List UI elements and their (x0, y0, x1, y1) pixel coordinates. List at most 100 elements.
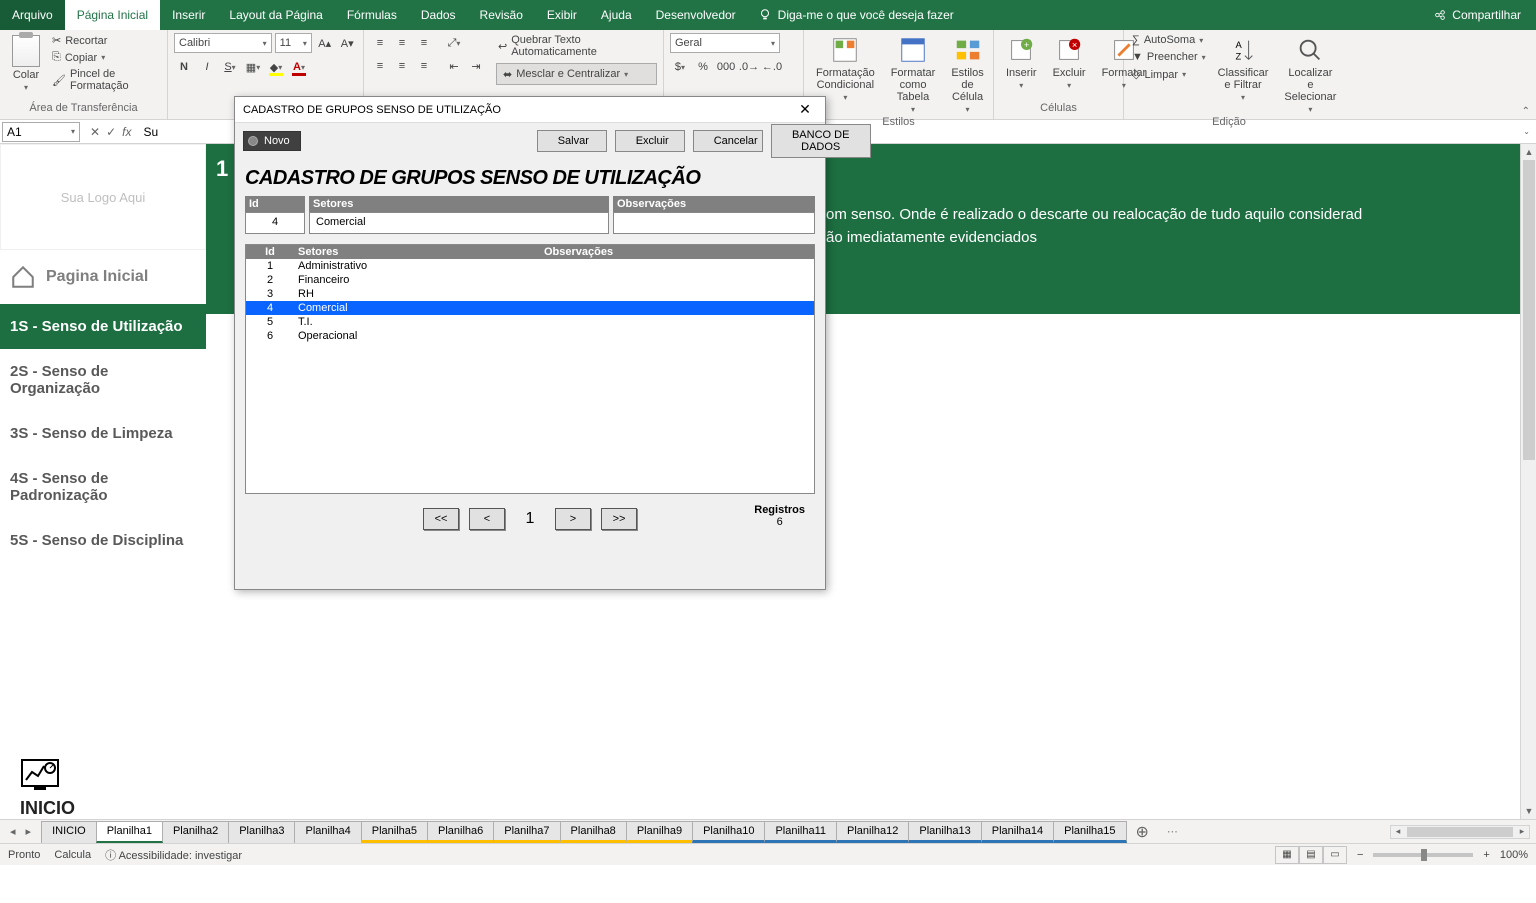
inc-decimal-button[interactable]: .0→ (739, 57, 759, 77)
align-bottom-button[interactable]: ≡ (414, 33, 434, 53)
align-right-button[interactable]: ≡ (414, 56, 434, 76)
cut-button[interactable]: ✂Recortar (50, 33, 161, 48)
share-button[interactable]: Compartilhar (1433, 8, 1521, 22)
sidebar-item-5s[interactable]: 5S - Senso de Disciplina (0, 518, 206, 563)
view-normal-button[interactable]: ▦ (1275, 846, 1299, 864)
status-accessibility[interactable]: ⓘ Acessibilidade: investigar (105, 847, 242, 863)
pager-prev-button[interactable]: < (469, 508, 505, 530)
table-row[interactable]: 4Comercial (246, 301, 814, 315)
italic-button[interactable]: I (197, 57, 217, 77)
horizontal-scrollbar[interactable]: ◂ ▸ (1390, 825, 1530, 839)
currency-button[interactable]: $▾ (670, 57, 690, 77)
dec-decimal-button[interactable]: ←.0 (762, 57, 782, 77)
sheet-tab[interactable]: Planilha8 (560, 821, 627, 843)
add-sheet-button[interactable]: ⊕ (1126, 822, 1159, 842)
sidebar-item-4s[interactable]: 4S - Senso de Padronização (0, 456, 206, 518)
number-format-select[interactable]: Geral▾ (670, 33, 780, 53)
view-page-layout-button[interactable]: ▤ (1299, 846, 1323, 864)
close-button[interactable]: ✕ (793, 98, 817, 122)
novo-button[interactable]: Novo (243, 131, 301, 151)
input-setores[interactable]: Comercial (309, 212, 609, 234)
pager-first-button[interactable]: << (423, 508, 459, 530)
sidebar-item-3s[interactable]: 3S - Senso de Limpeza (0, 411, 206, 456)
sheet-tab[interactable]: Planilha2 (162, 821, 229, 843)
input-id[interactable]: 4 (245, 212, 305, 234)
sheet-tab[interactable]: Planilha10 (692, 821, 765, 843)
increase-font-button[interactable]: A▴ (315, 33, 335, 53)
table-row[interactable]: 1Administrativo (246, 259, 814, 273)
scroll-thumb[interactable] (1523, 160, 1535, 460)
font-name-select[interactable]: Calibri▾ (174, 33, 272, 53)
copy-button[interactable]: ⎘Copiar▾ (50, 50, 161, 65)
sheet-tab[interactable]: Planilha15 (1053, 821, 1126, 843)
percent-button[interactable]: % (693, 57, 713, 77)
sheet-tab[interactable]: Planilha6 (427, 821, 494, 843)
thousands-button[interactable]: 000 (716, 57, 736, 77)
table-row[interactable]: 2Financeiro (246, 273, 814, 287)
sheet-tab[interactable]: Planilha1 (96, 821, 163, 843)
name-box[interactable]: A1▾ (2, 122, 80, 142)
view-page-break-button[interactable]: ▭ (1323, 846, 1347, 864)
expand-formula-bar[interactable]: ⌄ (1517, 127, 1536, 136)
align-top-button[interactable]: ≡ (370, 33, 390, 53)
fx-button[interactable]: fx (122, 125, 131, 139)
merge-center-button[interactable]: ⬌Mesclar e Centralizar▾ (496, 63, 657, 85)
tab-layout[interactable]: Layout da Página (217, 0, 334, 30)
tab-formulas[interactable]: Fórmulas (335, 0, 409, 30)
cancel-formula-button[interactable]: ✕ (90, 125, 100, 139)
input-obs[interactable] (613, 212, 815, 234)
sheet-tab[interactable]: Planilha5 (361, 821, 428, 843)
format-table-button[interactable]: Formatar como Tabela▾ (885, 33, 942, 116)
banco-dados-button[interactable]: BANCO DE DADOS (771, 124, 871, 158)
scroll-up-icon[interactable]: ▲ (1521, 144, 1536, 160)
table-row[interactable]: 3RH (246, 287, 814, 301)
excluir-button[interactable]: Excluir (615, 130, 685, 152)
indent-dec-button[interactable]: ⇤ (444, 56, 464, 76)
zoom-slider[interactable] (1373, 853, 1473, 857)
align-middle-button[interactable]: ≡ (392, 33, 412, 53)
font-color-button[interactable]: A▾ (289, 57, 309, 77)
indent-inc-button[interactable]: ⇥ (466, 56, 486, 76)
wrap-text-button[interactable]: ↩Quebrar Texto Automaticamente (496, 33, 657, 59)
cancelar-button[interactable]: Cancelar (693, 130, 763, 152)
zoom-in-button[interactable]: + (1483, 849, 1489, 861)
sidebar-item-1s[interactable]: 1S - Senso de Utilização (0, 304, 206, 349)
vertical-scrollbar[interactable]: ▲ ▼ (1520, 144, 1536, 819)
find-select-button[interactable]: Localizar e Selecionar▾ (1278, 33, 1342, 116)
sheet-tab[interactable]: INICIO (41, 821, 97, 843)
cell-styles-button[interactable]: Estilos de Célula▾ (945, 33, 989, 116)
tab-home[interactable]: Página Inicial (65, 0, 160, 30)
clear-button[interactable]: ◇Limpar▾ (1130, 67, 1208, 82)
format-painter-button[interactable]: 🖌Pincel de Formatação (50, 67, 161, 93)
fill-button[interactable]: ▼Preencher▾ (1130, 50, 1208, 64)
align-left-button[interactable]: ≡ (370, 56, 390, 76)
enter-formula-button[interactable]: ✓ (106, 125, 116, 139)
salvar-button[interactable]: Salvar (537, 130, 607, 152)
tab-review[interactable]: Revisão (468, 0, 535, 30)
tab-view[interactable]: Exibir (535, 0, 589, 30)
align-center-button[interactable]: ≡ (392, 56, 412, 76)
records-grid[interactable]: Id Setores Observações 1Administrativo2F… (245, 244, 815, 494)
scroll-left-icon[interactable]: ◂ (1391, 826, 1405, 837)
tab-file[interactable]: Arquivo (0, 0, 65, 30)
sheet-tab[interactable]: Planilha3 (228, 821, 295, 843)
sidebar-home[interactable]: Pagina Inicial (0, 250, 206, 304)
tab-overflow[interactable]: ⋯ (1159, 825, 1186, 838)
pager-last-button[interactable]: >> (601, 508, 637, 530)
zoom-level[interactable]: 100% (1500, 849, 1528, 861)
tell-me-search[interactable]: Diga-me o que você deseja fazer (758, 8, 954, 22)
underline-button[interactable]: S▾ (220, 57, 240, 77)
decrease-font-button[interactable]: A▾ (337, 33, 357, 53)
autosum-button[interactable]: ∑AutoSoma▾ (1130, 33, 1208, 47)
tab-help[interactable]: Ajuda (589, 0, 644, 30)
sheet-tab[interactable]: Planilha12 (836, 821, 909, 843)
bold-button[interactable]: N (174, 57, 194, 77)
paste-button[interactable]: Colar ▾ (6, 33, 46, 102)
tab-nav-last[interactable]: ▸ (22, 825, 36, 838)
font-size-select[interactable]: 11▾ (275, 33, 312, 53)
sidebar-item-2s[interactable]: 2S - Senso de Organização (0, 349, 206, 411)
table-row[interactable]: 6Operacional (246, 329, 814, 343)
table-row[interactable]: 5T.I. (246, 315, 814, 329)
delete-cells-button[interactable]: ×Excluir▾ (1047, 33, 1092, 102)
border-button[interactable]: ▦▾ (243, 57, 263, 77)
